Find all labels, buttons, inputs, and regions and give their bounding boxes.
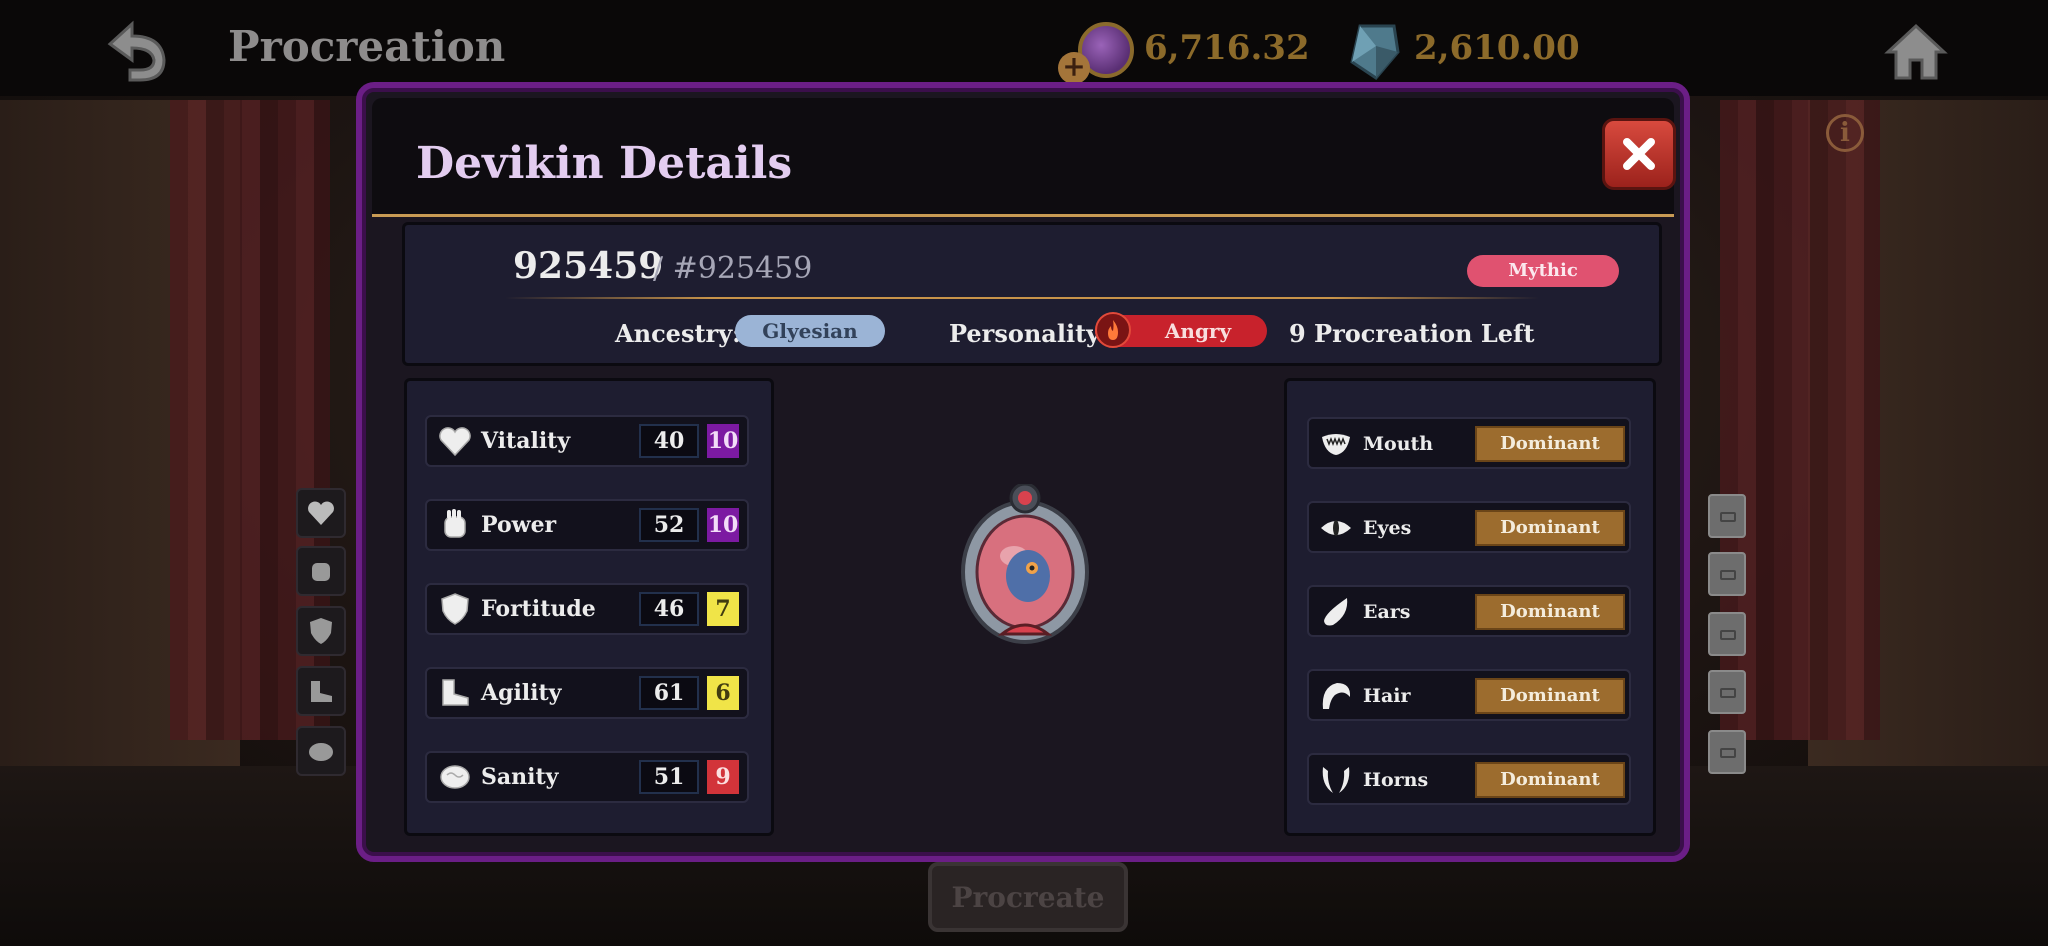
brain-icon	[440, 765, 470, 789]
stat-bonus: 10	[707, 508, 739, 542]
procreation-left: 9 Procreation Left	[1289, 319, 1535, 348]
bg-right-slot-2	[1708, 552, 1746, 596]
ancestry-badge: Glyesian	[735, 315, 885, 347]
bg-fist-slot	[296, 546, 346, 596]
stats-panel: Vitality 40 10 Power 52 10 Fortitude 46 …	[404, 378, 774, 836]
stat-row-sanity: Sanity 51 9	[425, 751, 749, 803]
hair-icon	[1322, 683, 1351, 709]
devikin-id: 925459	[513, 245, 664, 287]
trait-value: Dominant	[1475, 678, 1625, 714]
shield-icon	[441, 593, 469, 625]
stat-row-fortitude: Fortitude 46 7	[425, 583, 749, 635]
devikin-info-bar: 925459 / #925459 Mythic Ancestry: Glyesi…	[402, 222, 1662, 366]
trait-label: Eyes	[1363, 517, 1412, 539]
stat-bonus: 9	[707, 760, 739, 794]
boot-icon	[311, 681, 332, 702]
coin-balance: 6,716.32	[1144, 28, 1310, 68]
trait-label: Horns	[1363, 769, 1429, 791]
heart-icon	[308, 501, 334, 525]
devikin-details-modal: Devikin Details 925459 / #925459 Mythic …	[356, 82, 1690, 862]
bg-heart-slot	[296, 488, 346, 538]
page-title: Procreation	[228, 22, 506, 71]
mouth-icon	[1322, 434, 1350, 455]
bg-shield-slot	[296, 606, 346, 656]
stat-bonus: 6	[707, 676, 739, 710]
procreate-button[interactable]: Procreate	[928, 862, 1128, 932]
fire-icon	[1095, 312, 1131, 348]
stat-value: 51	[639, 760, 699, 794]
bg-brain-slot	[296, 726, 346, 776]
bg-right-slot-4	[1708, 670, 1746, 714]
trait-value: Dominant	[1475, 594, 1625, 630]
trait-row-horns: Horns Dominant	[1307, 753, 1631, 805]
back-arrow-icon[interactable]	[100, 14, 174, 88]
trait-label: Ears	[1363, 601, 1411, 623]
stat-label: Power	[481, 512, 557, 538]
stat-row-power: Power 52 10	[425, 499, 749, 551]
info-divider	[505, 297, 1539, 299]
trait-value: Dominant	[1475, 510, 1625, 546]
horns-icon	[1322, 767, 1350, 793]
stat-value: 52	[639, 508, 699, 542]
stat-label: Sanity	[481, 764, 559, 790]
devikin-token-id: / #925459	[653, 251, 813, 286]
stat-value: 61	[639, 676, 699, 710]
trait-label: Hair	[1363, 685, 1411, 707]
trait-row-ears: Ears Dominant	[1307, 585, 1631, 637]
trait-label: Mouth	[1363, 433, 1434, 455]
home-icon[interactable]	[1884, 20, 1948, 84]
add-currency-button[interactable]: +	[1058, 52, 1090, 84]
trait-value: Dominant	[1475, 426, 1625, 462]
close-button[interactable]	[1602, 118, 1676, 190]
rarity-badge: Mythic	[1467, 255, 1619, 287]
brain-icon	[309, 743, 333, 761]
traits-panel: Mouth Dominant Eyes Dominant Ears Domina…	[1284, 378, 1656, 836]
bg-right-slot-3	[1708, 612, 1746, 656]
bg-right-slot-5	[1708, 730, 1746, 774]
modal-header: Devikin Details	[372, 98, 1674, 217]
trait-row-hair: Hair Dominant	[1307, 669, 1631, 721]
fist-icon	[312, 563, 330, 581]
heart-icon	[439, 427, 471, 457]
trait-row-eyes: Eyes Dominant	[1307, 501, 1631, 553]
shield-icon	[310, 618, 332, 644]
bg-right-slot-1	[1708, 494, 1746, 538]
stat-label: Vitality	[481, 428, 571, 454]
modal-title: Devikin Details	[416, 138, 793, 189]
stat-label: Agility	[481, 680, 562, 706]
gem-balance: 2,610.00	[1414, 28, 1580, 68]
ancestry-label: Ancestry:	[615, 319, 741, 348]
fist-icon	[444, 509, 466, 538]
stat-label: Fortitude	[481, 596, 596, 622]
ear-icon	[1324, 598, 1348, 626]
trait-value: Dominant	[1475, 762, 1625, 798]
eye-icon	[1321, 520, 1351, 536]
stat-bonus: 10	[707, 424, 739, 458]
personality-label: Personality:	[949, 319, 1109, 348]
gem-icon	[1350, 24, 1400, 80]
boot-icon	[442, 679, 469, 706]
devikin-egg-image	[961, 484, 1089, 644]
bg-boot-slot	[296, 666, 346, 716]
stat-row-agility: Agility 61 6	[425, 667, 749, 719]
stat-bonus: 7	[707, 592, 739, 626]
stat-value: 46	[639, 592, 699, 626]
stat-value: 40	[639, 424, 699, 458]
stat-row-vitality: Vitality 40 10	[425, 415, 749, 467]
trait-row-mouth: Mouth Dominant	[1307, 417, 1631, 469]
close-icon	[1623, 138, 1655, 170]
info-icon[interactable]: i	[1826, 114, 1864, 152]
